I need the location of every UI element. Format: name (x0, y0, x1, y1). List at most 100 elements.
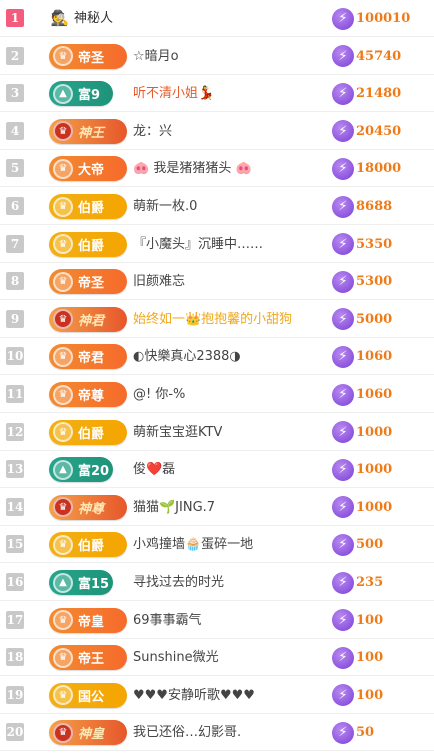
rank-number: 10 (6, 347, 24, 366)
lightning-icon: ⚡ (332, 45, 354, 68)
user-name[interactable]: 我已还俗…幻影哥. (133, 714, 241, 751)
rank-number: 11 (6, 385, 24, 403)
badge-emblem-icon: ▲ (53, 459, 73, 480)
badge-label: 帝尊 (78, 389, 105, 404)
leaderboard-row[interactable]: 8 ♛ 帝圣 旧颜难忘 ⚡ 5300 (0, 263, 434, 301)
lightning-icon: ⚡ (332, 684, 354, 707)
leaderboard-row[interactable]: 18 ♛ 帝王 Sunshine微光 ⚡ 100 (0, 639, 434, 677)
leaderboard-row[interactable]: 17 ♛ 帝皇 69事事霸气 ⚡ 100 (0, 602, 434, 639)
score-value: 1000 (356, 499, 393, 515)
score-value: 50 (356, 725, 375, 741)
badge-label: 神君 (78, 313, 105, 329)
lightning-icon: ⚡ (332, 646, 354, 669)
badge-label: 富15 (78, 577, 110, 592)
score: ⚡ 500 (332, 532, 383, 557)
score: ⚡ 5000 (332, 307, 392, 332)
rank-number: 3 (6, 84, 24, 103)
leaderboard-row[interactable]: 5 ♛ 大帝 🐽 我是猪猪猪头 🐽 ⚡ 18000 (0, 150, 434, 188)
badge-emblem-icon: ♛ (53, 121, 73, 142)
level-badge: ♛ 帝圣 (49, 43, 127, 69)
level-badge: ♛ 伯爵 (49, 231, 127, 257)
badge-emblem-icon: ♛ (53, 497, 73, 518)
rank-number: 16 (6, 573, 24, 591)
leaderboard-row[interactable]: 11 ♛ 帝尊 @! 你-% ⚡ 1060 (0, 376, 434, 413)
badge-label: 神皇 (78, 727, 105, 743)
user-name[interactable]: ☆暗月o (133, 38, 179, 75)
rank-number: 13 (6, 460, 24, 479)
badge-label: 神王 (78, 125, 105, 141)
level-badge: ♛ 帝尊 (49, 382, 127, 407)
level-badge: ♛ 帝皇 (49, 607, 127, 633)
user-name[interactable]: 🐽 我是猪猪猪头 🐽 (133, 150, 252, 187)
score-value: 1000 (356, 462, 393, 478)
leaderboard-row[interactable]: 1 🕵 神秘人 ⚡ 100010 (0, 0, 434, 37)
leaderboard-row[interactable]: 15 ♛ 伯爵 小鸡撞墙🧁蛋碎一地 ⚡ 500 (0, 526, 434, 564)
rank-number: 20 (6, 723, 24, 742)
score: ⚡ 235 (332, 570, 383, 595)
user-name[interactable]: ♥♥♥安静听歌♥♥♥ (133, 677, 255, 714)
level-badge: ♛ 伯爵 (49, 194, 127, 219)
user-name[interactable]: 听不清小姐💃 (133, 75, 214, 112)
rank-number: 4 (6, 121, 24, 140)
leaderboard-row[interactable]: 19 ♛ 国公 ♥♥♥安静听歌♥♥♥ ⚡ 100 (0, 677, 434, 714)
score-value: 1060 (356, 349, 393, 365)
lightning-icon: ⚡ (332, 421, 354, 444)
user-name[interactable]: Sunshine微光 (133, 639, 219, 676)
rank-number: 17 (6, 610, 24, 629)
rank-number: 14 (6, 497, 24, 516)
user-name[interactable]: 旧颜难忘 (133, 263, 185, 300)
badge-emblem-icon: ♛ (53, 722, 73, 743)
lightning-icon: ⚡ (332, 270, 354, 293)
user-name[interactable]: 猫猫🌱JING.7 (133, 489, 215, 526)
lightning-icon: ⚡ (332, 157, 354, 180)
score-value: 1060 (356, 387, 393, 402)
rank-number: 12 (6, 422, 24, 441)
leaderboard-row[interactable]: 10 ♛ 帝君 ◐快樂真心2388◑ ⚡ 1060 (0, 338, 434, 376)
rank-number: 9 (6, 309, 24, 328)
rank-number: 19 (6, 685, 24, 704)
user-name[interactable]: 寻找过去的时光 (133, 564, 224, 601)
badge-label: 帝圣 (78, 276, 105, 292)
badge-label: 帝君 (78, 351, 105, 367)
leaderboard-row[interactable]: 2 ♛ 帝圣 ☆暗月o ⚡ 45740 (0, 38, 434, 75)
score-value: 21480 (356, 86, 402, 102)
level-badge: ♛ 帝王 (49, 645, 127, 671)
leaderboard-row[interactable]: 12 ♛ 伯爵 萌新宝宝逛KTV ⚡ 1000 (0, 414, 434, 451)
user-name[interactable]: 龙：兴 (133, 113, 172, 150)
user-name[interactable]: 始终如一👑抱抱馨的小甜狗 (133, 301, 292, 338)
user-name[interactable]: 69事事霸气 (133, 602, 202, 639)
leaderboard-row[interactable]: 20 ♛ 神皇 我已还俗…幻影哥. ⚡ 50 (0, 714, 434, 752)
badge-label: 富9 (78, 88, 101, 104)
leaderboard-row[interactable]: 3 ▲ 富9 听不清小姐💃 ⚡ 21480 (0, 75, 434, 113)
leaderboard-row[interactable]: 6 ♛ 伯爵 萌新一枚.0 ⚡ 8688 (0, 188, 434, 225)
level-badge: ♛ 神尊 (49, 494, 127, 520)
level-badge: ▲ 富9 (49, 81, 113, 107)
level-badge: ♛ 伯爵 (49, 532, 127, 558)
user-name[interactable]: @! 你-% (133, 376, 185, 413)
leaderboard-row[interactable]: 13 ▲ 富20 俊❤️磊 ⚡ 1000 (0, 451, 434, 489)
leaderboard-row[interactable]: 4 ♛ 神王 龙：兴 ⚡ 20450 (0, 113, 434, 150)
leaderboard-row[interactable]: 7 ♛ 伯爵 『小魔头』沉睡中…… ⚡ 5350 (0, 226, 434, 263)
score: ⚡ 1000 (332, 457, 392, 482)
score-value: 500 (356, 537, 384, 553)
leaderboard-row[interactable]: 16 ▲ 富15 寻找过去的时光 ⚡ 235 (0, 564, 434, 601)
user-name[interactable]: 『小魔头』沉睡中…… (133, 226, 263, 263)
user-name[interactable]: 神秘人 (74, 0, 113, 37)
user-name[interactable]: 俊❤️磊 (133, 451, 175, 488)
lightning-icon: ⚡ (332, 120, 354, 143)
user-name[interactable]: 萌新一枚.0 (133, 188, 197, 225)
user-name[interactable]: ◐快樂真心2388◑ (133, 338, 241, 375)
leaderboard-row[interactable]: 9 ♛ 神君 始终如一👑抱抱馨的小甜狗 ⚡ 5000 (0, 301, 434, 338)
user-name[interactable]: 小鸡撞墙🧁蛋碎一地 (133, 526, 253, 563)
level-badge: ♛ 伯爵 (49, 419, 127, 445)
lightning-icon: ⚡ (332, 458, 354, 481)
leaderboard-row[interactable]: 14 ♛ 神尊 猫猫🌱JING.7 ⚡ 1000 (0, 489, 434, 526)
score-value: 18000 (356, 161, 402, 177)
score: ⚡ 5350 (332, 232, 392, 257)
score-value: 20450 (356, 123, 402, 139)
score: ⚡ 5300 (332, 269, 392, 294)
user-name[interactable]: 萌新宝宝逛KTV (133, 414, 222, 451)
lightning-icon: ⚡ (332, 233, 354, 256)
badge-label: 伯爵 (78, 238, 105, 254)
level-badge: ♛ 国公 (49, 682, 127, 708)
